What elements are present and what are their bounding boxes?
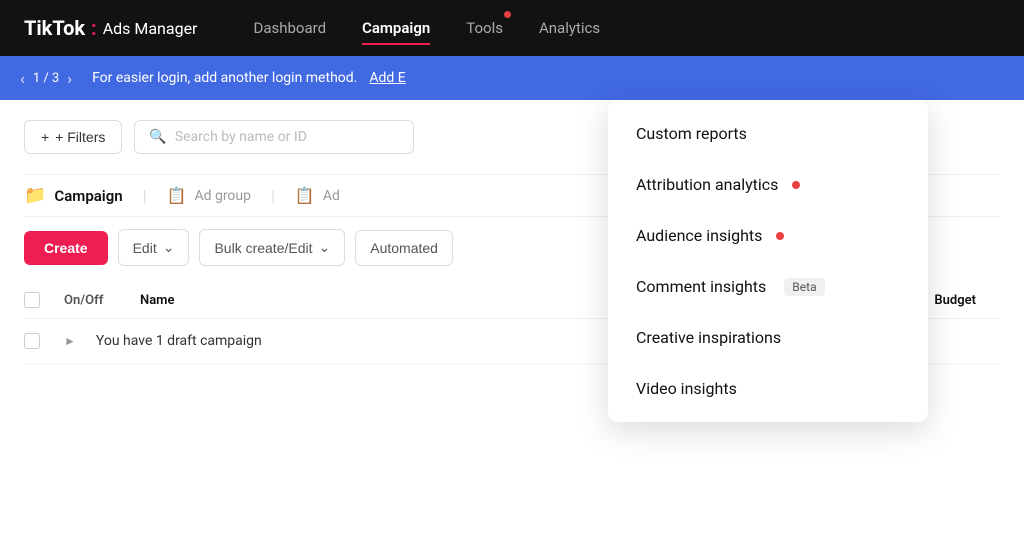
adgroup-icon: 📋 bbox=[167, 186, 187, 205]
announcement-counter: 1 / 3 bbox=[33, 71, 59, 86]
edit-button[interactable]: Edit ⌄ bbox=[118, 229, 190, 266]
video-insights-label: Video insights bbox=[636, 379, 737, 398]
select-all-checkbox[interactable] bbox=[24, 292, 40, 308]
automated-button[interactable]: Automated bbox=[355, 230, 453, 266]
brand-logo[interactable]: TikTok: Ads Manager bbox=[24, 16, 197, 40]
comment-insights-label: Comment insights bbox=[636, 277, 766, 296]
row-expand-icon[interactable]: ► bbox=[64, 334, 76, 348]
ad-label: Ad bbox=[323, 188, 340, 204]
dropdown-custom-reports[interactable]: Custom reports bbox=[608, 108, 928, 159]
nav-tools[interactable]: Tools bbox=[466, 15, 503, 41]
campaign-section-title: 📁 Campaign bbox=[24, 185, 123, 206]
dropdown-comment-insights[interactable]: Comment insights Beta bbox=[608, 261, 928, 312]
nav-campaign[interactable]: Campaign bbox=[362, 15, 430, 41]
audience-new-badge bbox=[776, 232, 784, 240]
dropdown-audience-insights[interactable]: Audience insights bbox=[608, 210, 928, 261]
bulk-chevron-icon: ⌄ bbox=[319, 239, 331, 256]
announcement-link[interactable]: Add E bbox=[369, 70, 405, 86]
ad-section-title: 📋 Ad bbox=[295, 186, 340, 205]
search-box[interactable]: 🔍 Search by name or ID bbox=[134, 120, 414, 154]
attribution-analytics-label: Attribution analytics bbox=[636, 175, 778, 194]
brand-ads-manager: Ads Manager bbox=[103, 19, 198, 38]
creative-inspirations-label: Creative inspirations bbox=[636, 328, 781, 347]
dropdown-video-insights[interactable]: Video insights bbox=[608, 363, 928, 414]
adgroup-label: Ad group bbox=[194, 188, 251, 204]
attribution-new-badge bbox=[792, 181, 800, 189]
edit-label: Edit bbox=[133, 240, 157, 256]
separator-2: | bbox=[271, 186, 275, 205]
brand-tiktok: TikTok bbox=[24, 16, 85, 40]
beta-badge: Beta bbox=[784, 278, 824, 296]
adgroup-section-title: 📋 Ad group bbox=[167, 186, 251, 205]
next-announcement[interactable]: › bbox=[67, 69, 72, 88]
nav-dashboard[interactable]: Dashboard bbox=[253, 15, 326, 41]
create-button[interactable]: Create bbox=[24, 231, 108, 265]
campaign-label: Campaign bbox=[54, 187, 122, 205]
row-campaign-name: You have 1 draft campaign bbox=[96, 333, 262, 349]
filter-button[interactable]: + + Filters bbox=[24, 120, 122, 154]
bulk-label: Bulk create/Edit bbox=[214, 240, 312, 256]
row-checkbox[interactable] bbox=[24, 333, 40, 349]
col-header-budget: Budget bbox=[934, 293, 976, 308]
audience-insights-label: Audience insights bbox=[636, 226, 762, 245]
announcement-bar: ‹ 1 / 3 › For easier login, add another … bbox=[0, 56, 1024, 100]
dropdown-attribution-analytics[interactable]: Attribution analytics bbox=[608, 159, 928, 210]
prev-announcement[interactable]: ‹ bbox=[20, 69, 25, 88]
filter-label: + Filters bbox=[55, 129, 105, 145]
col-header-onoff: On/Off bbox=[64, 293, 124, 308]
bulk-create-button[interactable]: Bulk create/Edit ⌄ bbox=[199, 229, 345, 266]
search-placeholder: Search by name or ID bbox=[175, 129, 307, 145]
separator-1: | bbox=[143, 186, 147, 205]
analytics-dropdown: Custom reports Attribution analytics Aud… bbox=[608, 100, 928, 422]
custom-reports-label: Custom reports bbox=[636, 124, 747, 143]
announcement-text: For easier login, add another login meth… bbox=[92, 70, 357, 86]
search-icon: 🔍 bbox=[149, 129, 166, 145]
filter-icon: + bbox=[41, 129, 49, 145]
main-content: + + Filters 🔍 Search by name or ID 📁 Cam… bbox=[0, 100, 1024, 559]
brand-colon: : bbox=[91, 16, 97, 40]
tools-badge bbox=[504, 11, 511, 18]
nav-items: Dashboard Campaign Tools Analytics bbox=[253, 15, 600, 41]
edit-chevron-icon: ⌄ bbox=[163, 239, 175, 256]
campaign-icon: 📁 bbox=[24, 185, 46, 206]
nav-analytics[interactable]: Analytics bbox=[539, 15, 600, 41]
ad-icon: 📋 bbox=[295, 186, 315, 205]
top-navigation: TikTok: Ads Manager Dashboard Campaign T… bbox=[0, 0, 1024, 56]
dropdown-creative-inspirations[interactable]: Creative inspirations bbox=[608, 312, 928, 363]
announcement-nav: ‹ 1 / 3 › bbox=[20, 69, 72, 88]
